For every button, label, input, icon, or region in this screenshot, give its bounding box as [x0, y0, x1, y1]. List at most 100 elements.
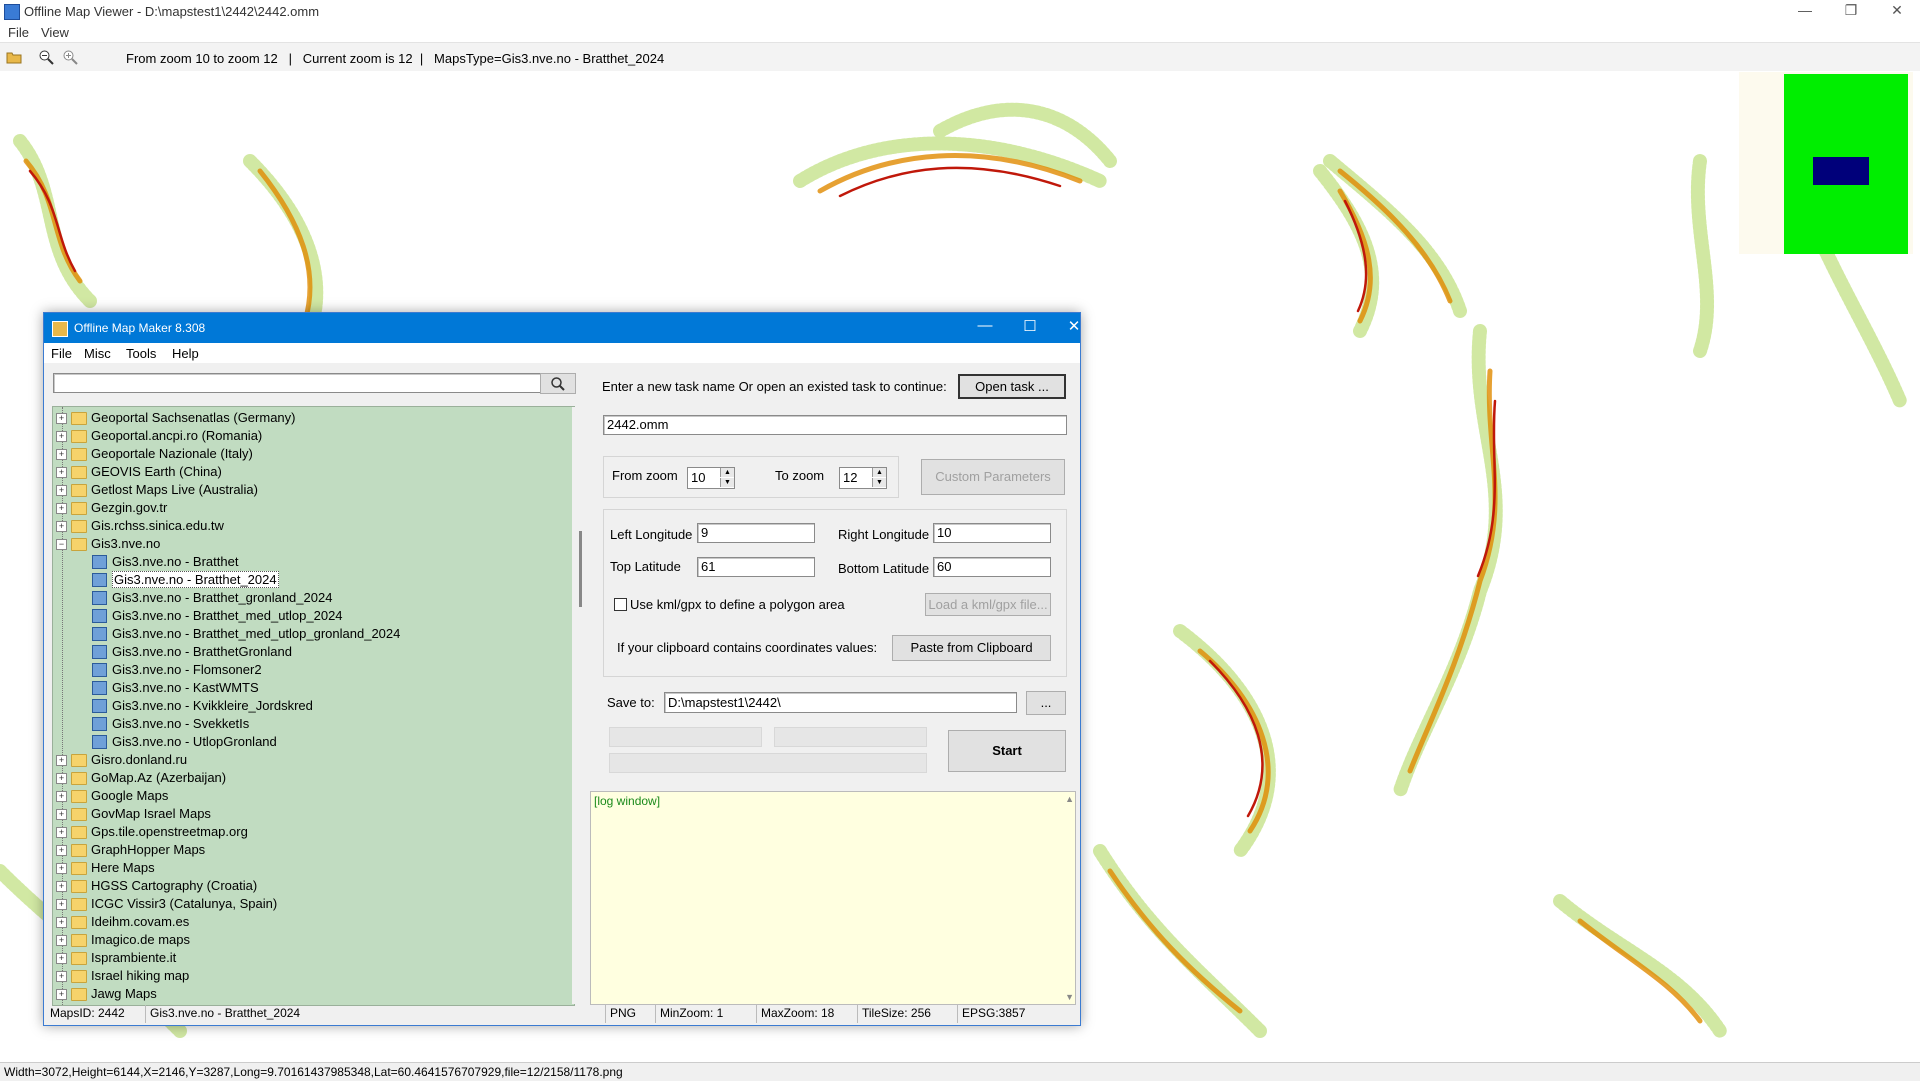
browse-button[interactable]: ... — [1026, 691, 1066, 715]
expand-icon[interactable]: + — [56, 431, 67, 442]
expand-icon[interactable]: + — [56, 971, 67, 982]
expand-icon[interactable]: + — [56, 467, 67, 478]
expand-icon[interactable]: + — [56, 791, 67, 802]
spin-down-icon[interactable]: ▼ — [720, 478, 734, 487]
open-folder-icon[interactable] — [6, 49, 22, 65]
tree-map-item[interactable]: Gis3.nve.no - UtlopGronland — [53, 733, 574, 751]
tree-map-item[interactable]: Gis3.nve.no - Bratthet_gronland_2024 — [53, 589, 574, 607]
expand-icon[interactable]: + — [56, 863, 67, 874]
tree-folder-item[interactable]: + ICGC Vissir3 (Catalunya, Spain) — [53, 895, 574, 913]
open-task-button[interactable]: Open task ... — [958, 374, 1066, 399]
tree-map-item[interactable]: Gis3.nve.no - BratthetGronland — [53, 643, 574, 661]
tree-map-item[interactable]: Gis3.nve.no - Bratthet — [53, 553, 574, 571]
load-kml-button[interactable]: Load a kml/gpx file... — [925, 593, 1051, 616]
right-longitude-field[interactable]: 10 — [933, 523, 1051, 543]
tree-map-item[interactable]: Gis3.nve.no - Bratthet_med_utlop_gronlan… — [53, 625, 574, 643]
expand-icon[interactable]: + — [56, 413, 67, 424]
spin-up-icon[interactable]: ▲ — [720, 468, 734, 477]
expand-icon[interactable]: + — [56, 881, 67, 892]
zoom-in-icon[interactable] — [62, 49, 78, 65]
expand-icon[interactable]: + — [56, 935, 67, 946]
tree-folder-item[interactable]: + Here Maps — [53, 859, 574, 877]
expand-icon[interactable]: + — [56, 917, 67, 928]
tree-map-item[interactable]: Gis3.nve.no - Kvikkleire_Jordskred — [53, 697, 574, 715]
dialog-titlebar[interactable]: Offline Map Maker 8.308 — ☐ ✕ — [44, 313, 1080, 343]
tree-folder-item[interactable]: + Geoportale Nazionale (Italy) — [53, 445, 574, 463]
custom-parameters-button[interactable]: Custom Parameters — [921, 459, 1065, 495]
tree-folder-item[interactable]: + Gis.rchss.sinica.edu.tw — [53, 517, 574, 535]
tree-folder-item[interactable]: + HGSS Cartography (Croatia) — [53, 877, 574, 895]
minimize-button[interactable]: — — [1782, 0, 1828, 22]
menu-file[interactable]: File — [8, 25, 29, 40]
expand-icon[interactable]: + — [56, 953, 67, 964]
tree-folder-item[interactable]: + Imagico.de maps — [53, 931, 574, 949]
expand-icon[interactable]: + — [56, 827, 67, 838]
tree-folder-item[interactable]: + Gezgin.gov.tr — [53, 499, 574, 517]
tree-folder-item[interactable]: + Geoportal.ancpi.ro (Romania) — [53, 427, 574, 445]
tree-folder-item[interactable]: + Google Maps — [53, 787, 574, 805]
kml-checkbox[interactable] — [614, 598, 627, 611]
spin-down-icon[interactable]: ▼ — [872, 478, 886, 487]
left-longitude-field[interactable]: 9 — [697, 523, 815, 543]
tree-map-item[interactable]: Gis3.nve.no - Bratthet_med_utlop_2024 — [53, 607, 574, 625]
to-zoom-spinner[interactable]: 12 ▲ ▼ — [839, 467, 887, 489]
spin-up-icon[interactable]: ▲ — [872, 468, 886, 477]
from-zoom-spinner[interactable]: 10 ▲ ▼ — [687, 467, 735, 489]
dialog-menu-misc[interactable]: Misc — [84, 346, 111, 361]
expand-icon[interactable]: + — [56, 485, 67, 496]
expand-icon[interactable]: + — [56, 449, 67, 460]
expand-icon[interactable]: + — [56, 845, 67, 856]
tree-map-item[interactable]: Gis3.nve.no - Flomsoner2 — [53, 661, 574, 679]
overview-minimap[interactable] — [1739, 72, 1913, 254]
tree-folder-item[interactable]: + Jawg Maps — [53, 985, 574, 1003]
bottom-latitude-field[interactable]: 60 — [933, 557, 1051, 577]
zoom-out-icon[interactable] — [38, 49, 54, 65]
save-to-field[interactable]: D:\mapstest1\2442\ — [664, 692, 1017, 713]
tree-map-item[interactable]: Gis3.nve.no - SvekketIs — [53, 715, 574, 733]
tree-folder-item[interactable]: + Isprambiente.it — [53, 949, 574, 967]
tree-folder-item[interactable]: + Geoportal Sachsenatlas (Germany) — [53, 409, 574, 427]
tree-folder-item[interactable]: + Getlost Maps Live (Australia) — [53, 481, 574, 499]
top-latitude-field[interactable]: 61 — [697, 557, 815, 577]
tree-scrollbar[interactable] — [572, 407, 589, 1004]
tree-folder-item[interactable]: + GoMap.Az (Azerbaijan) — [53, 769, 574, 787]
expand-icon[interactable]: + — [56, 809, 67, 820]
expand-icon[interactable]: + — [56, 521, 67, 532]
expand-icon[interactable]: + — [56, 503, 67, 514]
dialog-menu-file[interactable]: File — [51, 346, 72, 361]
tree-folder-item[interactable]: + GEOVIS Earth (China) — [53, 463, 574, 481]
scroll-up-icon[interactable]: ▲ — [1065, 794, 1074, 804]
search-button[interactable] — [540, 373, 576, 394]
dialog-menu-tools[interactable]: Tools — [126, 346, 156, 361]
expand-icon[interactable]: + — [56, 899, 67, 910]
dialog-menu-help[interactable]: Help — [172, 346, 199, 361]
expand-icon[interactable]: + — [56, 773, 67, 784]
tree-scrollbar-thumb[interactable] — [579, 531, 582, 607]
scroll-down-icon[interactable]: ▼ — [1065, 992, 1074, 1002]
start-button[interactable]: Start — [948, 730, 1066, 772]
map-search-input[interactable] — [53, 373, 543, 393]
paste-clipboard-button[interactable]: Paste from Clipboard — [892, 635, 1051, 661]
dialog-close-button[interactable]: ✕ — [1054, 317, 1094, 335]
close-button[interactable]: ✕ — [1874, 0, 1920, 22]
menu-view[interactable]: View — [41, 25, 69, 40]
log-window[interactable]: [log window] ▲ ▼ — [590, 791, 1076, 1005]
tree-folder-item[interactable]: + Ideihm.covam.es — [53, 913, 574, 931]
restore-button[interactable]: ❐ — [1828, 0, 1874, 22]
tree-folder-item[interactable]: + Gps.tile.openstreetmap.org — [53, 823, 574, 841]
tree-map-item[interactable]: Gis3.nve.no - KastWMTS — [53, 679, 574, 697]
tree-folder-item[interactable]: + Gisro.donland.ru — [53, 751, 574, 769]
dialog-minimize-button[interactable]: — — [965, 317, 1005, 334]
task-name-field[interactable]: 2442.omm — [603, 415, 1067, 435]
tree-folder-item[interactable]: − Gis3.nve.no — [53, 535, 574, 553]
collapse-icon[interactable]: − — [56, 539, 67, 550]
expand-icon[interactable]: + — [56, 755, 67, 766]
tree-folder-item[interactable]: + GraphHopper Maps — [53, 841, 574, 859]
minimap-viewport-marker[interactable] — [1813, 157, 1869, 185]
tree-folder-item[interactable]: + GovMap Israel Maps — [53, 805, 574, 823]
dialog-maximize-button[interactable]: ☐ — [1010, 317, 1050, 335]
tree-map-item[interactable]: Gis3.nve.no - Bratthet_2024 — [53, 571, 574, 589]
tree-folder-item[interactable]: + Israel hiking map — [53, 967, 574, 985]
map-source-tree[interactable]: + Geoportal Sachsenatlas (Germany) + Geopor… — [52, 406, 575, 1006]
expand-icon[interactable]: + — [56, 989, 67, 1000]
